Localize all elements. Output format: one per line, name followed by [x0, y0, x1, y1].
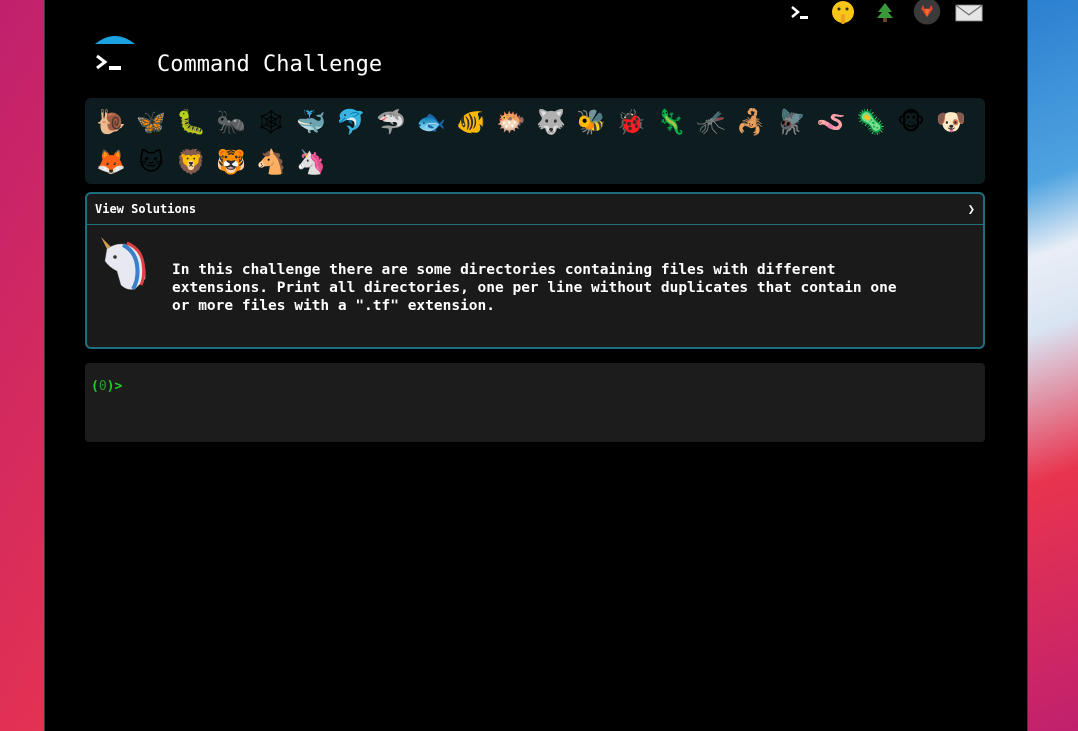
shushing-face-icon[interactable]	[829, 0, 857, 26]
caterpillar-icon[interactable]: 🐛	[171, 102, 211, 142]
terminal[interactable]: (0)>	[85, 363, 985, 442]
spider-web-icon[interactable]: 🕸	[251, 102, 291, 142]
terminal-icon[interactable]	[787, 0, 815, 26]
top-nav	[787, 0, 983, 26]
bee-icon[interactable]: 🐝	[571, 102, 611, 142]
prompt-count: 0	[98, 379, 107, 394]
terminal-input[interactable]	[129, 375, 973, 399]
mail-icon[interactable]	[955, 0, 983, 26]
prompt: (0)>	[91, 379, 122, 394]
fly-icon[interactable]: 🪰	[771, 102, 811, 142]
tropical-fish-icon[interactable]: 🐠	[451, 102, 491, 142]
logo[interactable]	[93, 34, 137, 78]
tree-icon[interactable]	[871, 0, 899, 26]
scorpion-icon[interactable]: 🦂	[731, 102, 771, 142]
ant-icon[interactable]: 🐜	[211, 102, 251, 142]
monkey-icon[interactable]: 🐵	[891, 102, 931, 142]
worm-icon[interactable]: 🪱	[811, 102, 851, 142]
view-solutions-toggle[interactable]: View Solutions ❯	[87, 194, 983, 225]
dolphin-icon[interactable]: 🐬	[331, 102, 371, 142]
fish-icon[interactable]: 🐟	[411, 102, 451, 142]
prompt-open: (	[91, 379, 99, 394]
ladybug-icon[interactable]: 🐞	[611, 102, 651, 142]
microbe-icon[interactable]: 🦠	[851, 102, 891, 142]
gitlab-icon[interactable]	[913, 0, 941, 26]
whale-icon[interactable]: 🐳	[291, 102, 331, 142]
app-window: Command Challenge 🐌 🦋 🐛 🐜 🕸 🐳 🐬 🦈 🐟 🐠 🐡 🐺 🐝 🐞 🦎 🦟 🦂 🪰 🪱 🦠 🐵 🐶…	[44, 0, 1028, 731]
prompt-close: )>	[106, 379, 123, 394]
cat-icon[interactable]: 🐱	[131, 142, 171, 182]
horse-icon[interactable]: 🐴	[251, 142, 291, 182]
butterfly-icon[interactable]: 🦋	[131, 102, 171, 142]
dog-icon[interactable]: 🐶	[931, 102, 971, 142]
lizard-icon[interactable]: 🦎	[651, 102, 691, 142]
page-title: Command Challenge	[157, 52, 383, 77]
snail-icon[interactable]: 🐌	[91, 102, 131, 142]
mosquito-icon[interactable]: 🦟	[691, 102, 731, 142]
level-selector-bar: 🐌 🦋 🐛 🐜 🕸 🐳 🐬 🦈 🐟 🐠 🐡 🐺 🐝 🐞 🦎 🦟 🦂 🪰 🪱 🦠 🐵 🐶 🦊 🐱 🦁 🐯 🐴 🦄	[85, 98, 985, 184]
challenge-body: In this challenge there are some directo…	[87, 225, 983, 348]
chevron-right-icon: ❯	[967, 202, 975, 216]
tiger-icon[interactable]: 🐯	[211, 142, 251, 182]
unicorn-icon[interactable]: 🦄	[291, 142, 331, 182]
challenge-panel: View Solutions ❯ In this challenge there…	[85, 192, 985, 349]
lion-icon[interactable]: 🦁	[171, 142, 211, 182]
shark-icon[interactable]: 🦈	[371, 102, 411, 142]
wolf-icon[interactable]: 🐺	[531, 102, 571, 142]
view-solutions-label: View Solutions	[95, 202, 197, 216]
challenge-description: In this challenge there are some directo…	[172, 262, 897, 314]
blowfish-icon[interactable]: 🐡	[491, 102, 531, 142]
fox-icon[interactable]: 🦊	[91, 142, 131, 182]
unicorn-icon	[97, 235, 153, 291]
